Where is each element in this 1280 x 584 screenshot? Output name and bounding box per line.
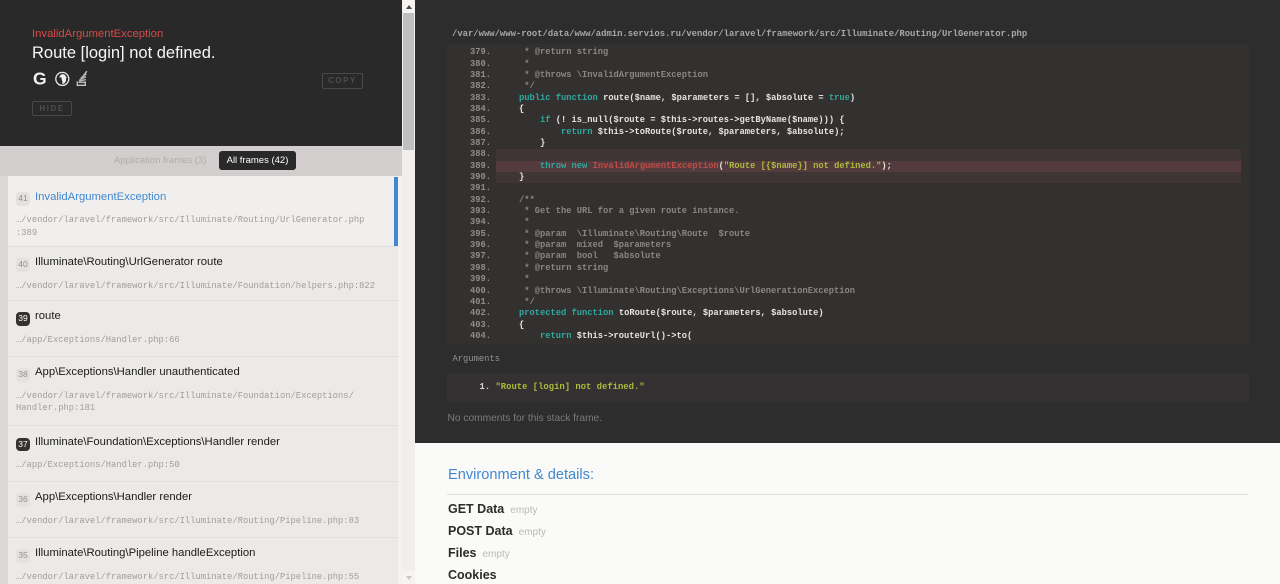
svg-text:G: G [33,71,47,88]
